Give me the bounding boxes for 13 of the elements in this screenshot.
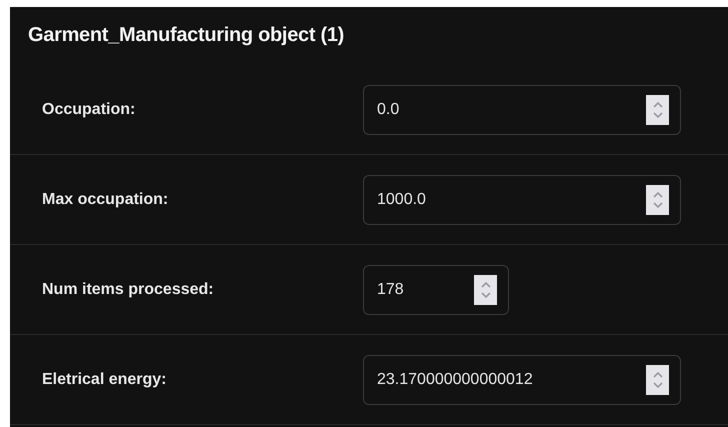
field-label: Occupation: (41, 100, 136, 120)
number-input[interactable]: 178 (363, 264, 509, 314)
field-label: Max occupation: (41, 190, 170, 210)
spinner-icon[interactable] (646, 364, 669, 394)
number-input[interactable]: 23.170000000000012 (363, 354, 681, 404)
spinner-icon[interactable] (646, 94, 669, 124)
number-input[interactable]: 0.0 (363, 84, 681, 134)
number-input[interactable]: 1000.0 (363, 174, 681, 224)
field-label: Eletrical energy: (41, 370, 168, 390)
panel-title: Garment_Manufacturing object (1) (27, 23, 345, 48)
field-label: Num items processed: (41, 280, 215, 300)
spinner-icon[interactable] (646, 184, 669, 214)
spinner-icon[interactable] (474, 274, 497, 304)
